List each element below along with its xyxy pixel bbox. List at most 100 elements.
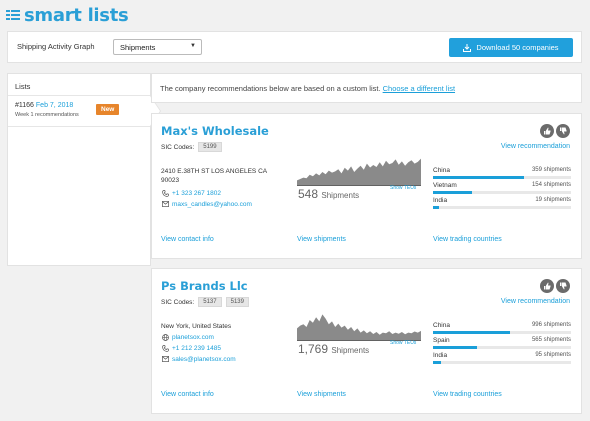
graph-label: Shipping Activity Graph bbox=[17, 42, 95, 51]
shipment-sparkline bbox=[297, 158, 421, 186]
lists-panel: Lists #1166 Feb 7, 2018 Week 1 recommend… bbox=[7, 73, 161, 266]
sic-label: SIC Codes: bbox=[161, 298, 195, 306]
email-icon bbox=[161, 200, 169, 208]
sparkline-area bbox=[297, 158, 421, 186]
toolbar: Shipping Activity Graph Shipments ▼ Down… bbox=[7, 31, 582, 63]
shipment-count-unit: Shipments bbox=[321, 191, 360, 200]
country-bar-fill bbox=[433, 361, 442, 364]
list-id: #1166 bbox=[15, 102, 34, 109]
thumbs-up-icon[interactable] bbox=[540, 279, 554, 293]
view-shipments-link[interactable]: View shipments bbox=[297, 391, 346, 398]
country-bar-fill bbox=[433, 206, 439, 209]
country-bar bbox=[433, 331, 571, 334]
company-card: Max's Wholesale SIC Codes: 5199 View rec… bbox=[151, 113, 582, 259]
country-name: Vietnam bbox=[433, 182, 457, 189]
country-name: India bbox=[433, 352, 448, 359]
country-bar bbox=[433, 176, 571, 179]
email-icon bbox=[161, 355, 169, 363]
phone-icon bbox=[161, 189, 169, 197]
country-bar-fill bbox=[433, 346, 478, 349]
sic-codes: SIC Codes: 5137 5139 bbox=[161, 297, 249, 307]
graph-select-value: Shipments bbox=[120, 43, 156, 52]
country-bar bbox=[433, 346, 571, 349]
shipment-count-unit: Shipments bbox=[331, 346, 370, 355]
view-contact-link[interactable]: View contact info bbox=[161, 236, 214, 243]
view-recommendation-link[interactable]: View recommendation bbox=[501, 143, 570, 150]
company-name[interactable]: Max's Wholesale bbox=[161, 124, 269, 138]
sic-code: 5199 bbox=[198, 142, 222, 152]
country-bar-fill bbox=[433, 331, 511, 334]
download-icon bbox=[463, 43, 472, 52]
app-logo[interactable]: smart lists bbox=[6, 4, 129, 26]
sparkline-area bbox=[297, 314, 421, 341]
download-button[interactable]: Download 50 companies bbox=[449, 38, 573, 57]
country-row: India 95 shipments bbox=[433, 352, 571, 367]
sic-codes: SIC Codes: 5199 bbox=[161, 142, 222, 152]
list-icon bbox=[6, 8, 20, 22]
country-shipments: 95 shipments bbox=[535, 352, 571, 358]
chevron-down-icon: ▼ bbox=[190, 43, 196, 49]
country-shipments: 565 shipments bbox=[531, 337, 571, 343]
sic-code: 5137 bbox=[198, 297, 222, 307]
thumbs-down-icon[interactable] bbox=[556, 279, 570, 293]
phone-line: +1 323 267 1802 bbox=[161, 189, 221, 197]
view-contact-link[interactable]: View contact info bbox=[161, 391, 214, 398]
sic-code: 5139 bbox=[225, 297, 249, 307]
website-link[interactable]: planetsox.com bbox=[172, 334, 214, 341]
phone-link[interactable]: +1 212 239 1485 bbox=[172, 345, 221, 352]
feedback-buttons bbox=[540, 124, 570, 138]
download-label: Download 50 companies bbox=[476, 43, 559, 52]
country-name: China bbox=[433, 322, 450, 329]
phone-link[interactable]: +1 323 267 1802 bbox=[172, 190, 221, 197]
country-name: China bbox=[433, 167, 450, 174]
email-line: maxs_candles@yahoo.com bbox=[161, 200, 252, 208]
country-bar bbox=[433, 191, 571, 194]
email-link[interactable]: maxs_candles@yahoo.com bbox=[172, 201, 252, 208]
shipment-count: 548 Shipments bbox=[298, 187, 359, 201]
show-teus-link[interactable]: Show TEUs bbox=[390, 340, 416, 346]
country-bar-fill bbox=[433, 176, 525, 179]
country-name: India bbox=[433, 197, 448, 204]
country-row: India 19 shipments bbox=[433, 197, 571, 212]
list-item-title: #1166 Feb 7, 2018 bbox=[15, 102, 143, 109]
email-line: sales@planetsox.com bbox=[161, 355, 236, 363]
list-date: Feb 7, 2018 bbox=[35, 102, 74, 109]
country-row: China 996 shipments bbox=[433, 322, 571, 337]
globe-icon bbox=[161, 333, 169, 341]
sic-label: SIC Codes: bbox=[161, 143, 195, 151]
company-address: 2410 E.38TH ST LOS ANGELES CA 90023 bbox=[161, 168, 267, 184]
choose-list-link[interactable]: Choose a different list bbox=[383, 84, 455, 93]
phone-line: +1 212 239 1485 bbox=[161, 344, 221, 352]
notice-text: The company recommendations below are ba… bbox=[160, 84, 381, 93]
company-name[interactable]: Ps Brands Llc bbox=[161, 279, 248, 293]
trading-countries: China 996 shipments Spain 565 shipments Indi… bbox=[433, 322, 571, 367]
company-card: Ps Brands Llc SIC Codes: 5137 5139 View … bbox=[151, 268, 582, 414]
shipment-count-value: 1,769 bbox=[298, 342, 329, 356]
shipment-count-value: 548 bbox=[298, 187, 319, 201]
company-address: New York, United States bbox=[161, 323, 232, 330]
thumbs-up-icon[interactable] bbox=[540, 124, 554, 138]
website-line: planetsox.com bbox=[161, 333, 214, 341]
email-link[interactable]: sales@planetsox.com bbox=[172, 356, 236, 363]
view-countries-link[interactable]: View trading countries bbox=[433, 391, 502, 398]
country-shipments: 154 shipments bbox=[531, 182, 571, 188]
view-recommendation-link[interactable]: View recommendation bbox=[501, 298, 570, 305]
country-bar bbox=[433, 206, 571, 209]
shipment-count: 1,769 Shipments bbox=[298, 342, 369, 356]
graph-select[interactable]: Shipments ▼ bbox=[113, 39, 202, 55]
show-teus-link[interactable]: Show TEUs bbox=[390, 185, 416, 191]
country-shipments: 19 shipments bbox=[535, 197, 571, 203]
list-item[interactable]: #1166 Feb 7, 2018 Week 1 recommendations… bbox=[8, 95, 161, 127]
trading-countries: China 359 shipments Vietnam 154 shipments In… bbox=[433, 167, 571, 212]
thumbs-down-icon[interactable] bbox=[556, 124, 570, 138]
view-shipments-link[interactable]: View shipments bbox=[297, 236, 346, 243]
list-item-subtitle: Week 1 recommendations bbox=[15, 112, 79, 118]
phone-icon bbox=[161, 344, 169, 352]
country-row: Spain 565 shipments bbox=[433, 337, 571, 352]
country-shipments: 359 shipments bbox=[531, 167, 571, 173]
country-name: Spain bbox=[433, 337, 450, 344]
recommendation-notice: The company recommendations below are ba… bbox=[151, 73, 582, 103]
view-countries-link[interactable]: View trading countries bbox=[433, 236, 502, 243]
lists-title: Lists bbox=[8, 74, 150, 96]
country-bar bbox=[433, 361, 571, 364]
